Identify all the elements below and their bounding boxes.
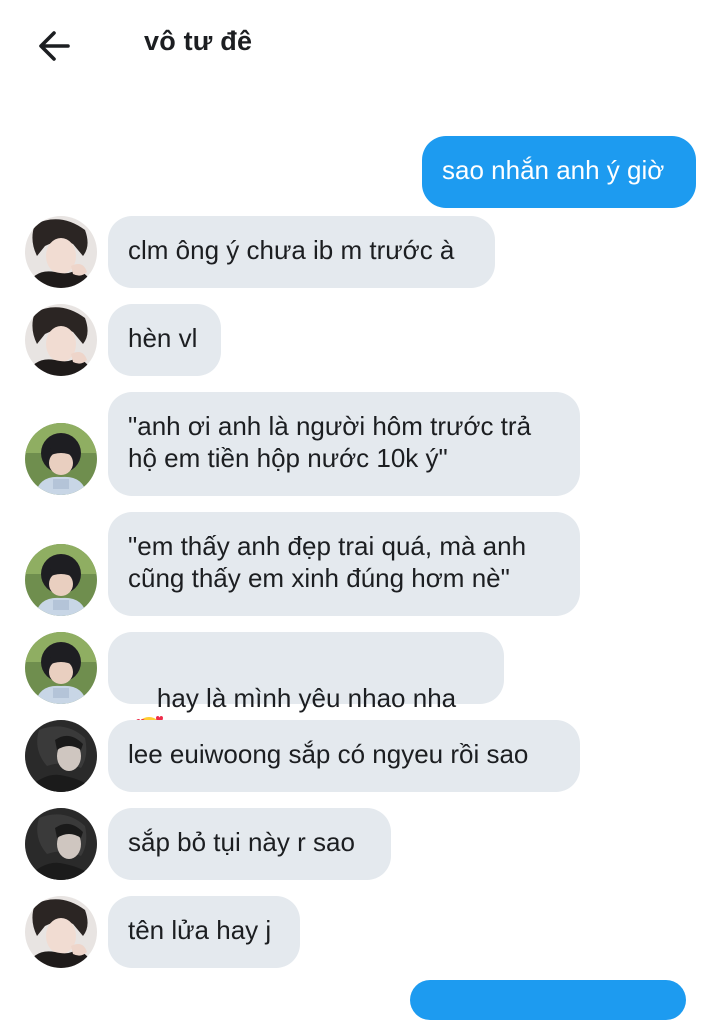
avatar-sender-b[interactable]	[25, 423, 97, 495]
message-bubble-incoming[interactable]: lee euiwoong sắp có ngyeu rồi sao	[108, 720, 580, 792]
message-bubble-incoming[interactable]: tên lửa hay j	[108, 896, 300, 968]
avatar-sender-a[interactable]	[25, 216, 97, 288]
message-thread: sao nhắn anh ý giờ clm ông ý chưa ib m t…	[0, 0, 720, 1020]
message-bubble-incoming[interactable]: hèn vl	[108, 304, 221, 376]
back-button[interactable]	[30, 22, 78, 70]
message-bubble-outgoing-partial[interactable]	[410, 980, 686, 1020]
conversation-header: vô tư đê	[0, 0, 720, 92]
message-text: hay là mình yêu nhao nha	[156, 683, 457, 713]
message-bubble-incoming[interactable]: "em thấy anh đẹp trai quá, mà anh cũng t…	[108, 512, 580, 616]
avatar-sender-b[interactable]	[25, 544, 97, 616]
message-bubble-incoming[interactable]: sắp bỏ tụi này r sao	[108, 808, 391, 880]
conversation-title: vô tư đê	[144, 26, 253, 56]
avatar-sender-a[interactable]	[25, 304, 97, 376]
avatar-sender-a[interactable]	[25, 896, 97, 968]
message-bubble-incoming[interactable]: "anh ơi anh là người hôm trước trả hộ em…	[108, 392, 580, 496]
message-bubble-outgoing[interactable]: sao nhắn anh ý giờ	[422, 136, 696, 208]
avatar-sender-c[interactable]	[25, 720, 97, 792]
avatar-sender-c[interactable]	[25, 808, 97, 880]
message-bubble-incoming[interactable]: hay là mình yêu nhao nha	[108, 632, 504, 743]
arrow-left-icon	[30, 22, 78, 70]
message-bubble-incoming[interactable]: clm ông ý chưa ib m trước à	[108, 216, 495, 288]
avatar-sender-b[interactable]	[25, 632, 97, 704]
